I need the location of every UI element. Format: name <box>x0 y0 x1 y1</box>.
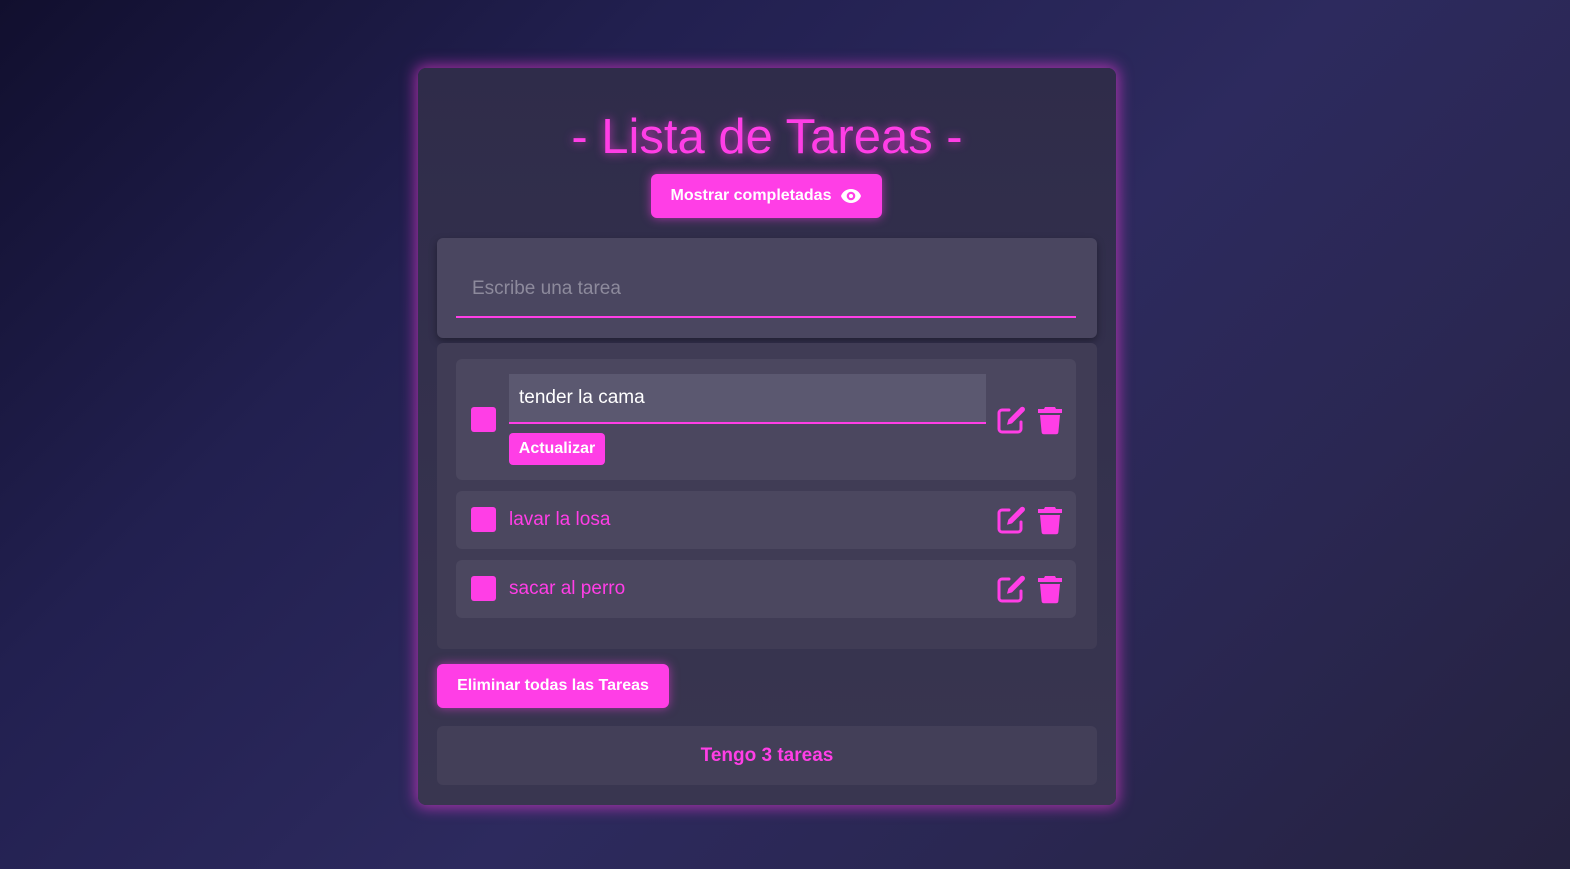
task-checkbox[interactable] <box>471 507 496 532</box>
task-counter-panel: Tengo 3 tareas <box>437 726 1097 785</box>
eye-icon <box>841 189 862 203</box>
task-checkbox[interactable] <box>471 576 496 601</box>
todo-card: - Lista de Tareas - Mostrar completadas … <box>418 68 1116 805</box>
task-item: sacar al perro <box>456 560 1076 618</box>
edit-icon[interactable] <box>995 404 1027 436</box>
edit-icon[interactable] <box>995 504 1027 536</box>
task-checkbox[interactable] <box>471 407 496 432</box>
edit-icon[interactable] <box>995 573 1027 605</box>
show-completed-label: Mostrar completadas <box>670 187 832 204</box>
task-text: sacar al perro <box>509 578 626 599</box>
task-counter: Tengo 3 tareas <box>700 744 834 766</box>
task-list: Actualizar lavar la losa <box>437 343 1097 649</box>
trash-icon[interactable] <box>1034 404 1066 436</box>
task-item-editing: Actualizar <box>456 359 1076 480</box>
delete-all-button[interactable]: Eliminar todas las Tareas <box>437 664 669 708</box>
new-task-input[interactable] <box>456 262 1076 318</box>
task-text: lavar la losa <box>509 509 611 530</box>
trash-icon[interactable] <box>1034 573 1066 605</box>
update-button[interactable]: Actualizar <box>509 433 605 465</box>
task-item: lavar la losa <box>456 491 1076 549</box>
edit-task-input[interactable] <box>509 374 986 424</box>
page-title: - Lista de Tareas - <box>571 110 963 164</box>
show-completed-button[interactable]: Mostrar completadas <box>651 174 882 218</box>
new-task-panel <box>437 238 1097 338</box>
trash-icon[interactable] <box>1034 504 1066 536</box>
